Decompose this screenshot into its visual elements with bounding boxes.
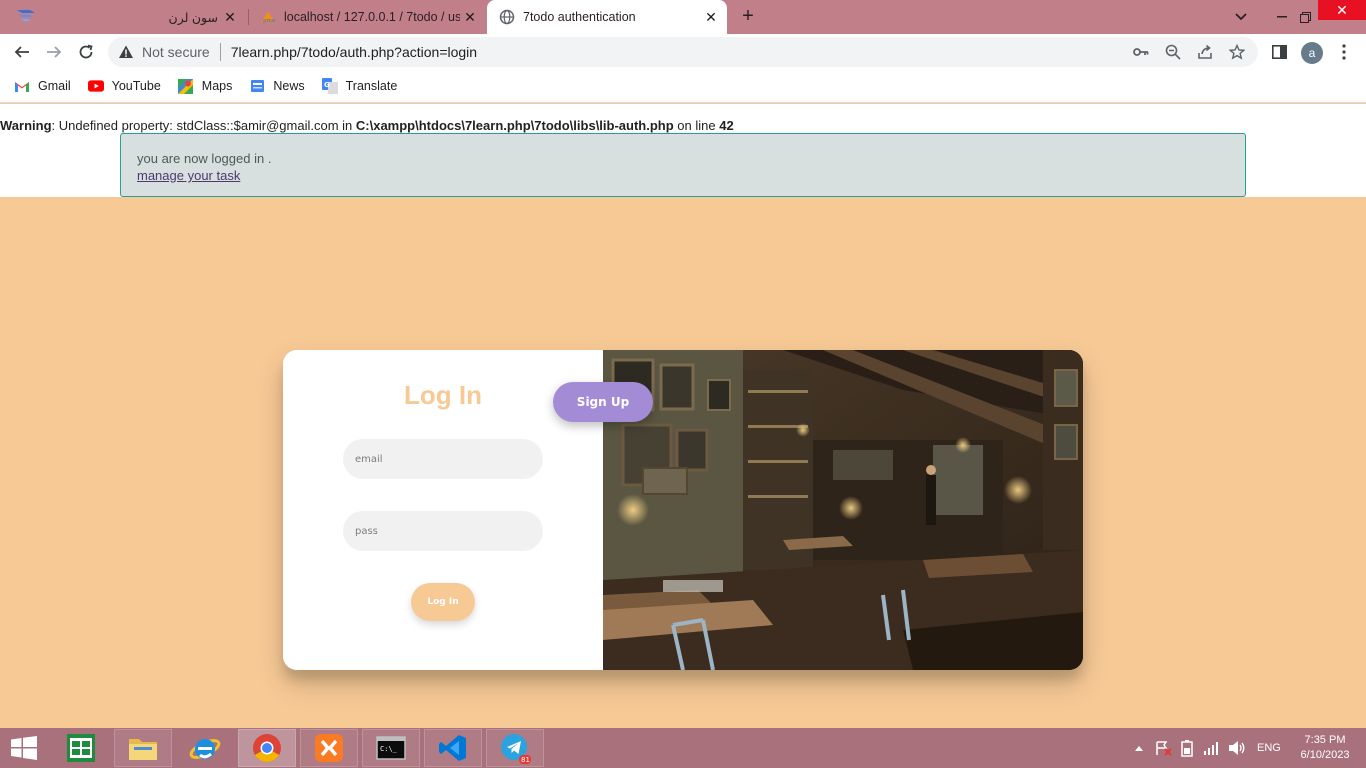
zoom-icon[interactable] <box>1164 43 1182 61</box>
login-success-alert: you are now logged in . manage your task <box>120 133 1246 197</box>
address-bar[interactable]: Not secure 7learn.php/7todo/auth.php?act… <box>108 37 1258 67</box>
email-field[interactable] <box>343 439 543 479</box>
bookmarks-bar: Gmail YouTube Maps News G Translate <box>0 70 1366 103</box>
chrome-icon <box>253 734 281 762</box>
bookmark-youtube[interactable]: YouTube <box>87 78 161 94</box>
tab-strip: سون لرن ✕ pma localhost / 127.0.0.1 / 7t… <box>0 0 1366 34</box>
warning-on-line: on line <box>673 118 720 133</box>
warning-label: Warning <box>0 118 52 133</box>
warning-path: C:\xampp\htdocs\7learn.php\7todo\libs\li… <box>355 118 674 133</box>
bookmark-translate[interactable]: G Translate <box>321 78 398 94</box>
tab-search-chevron-down-icon[interactable] <box>1228 0 1254 34</box>
taskbar-vscode[interactable] <box>424 729 482 767</box>
taskbar-chrome[interactable] <box>238 729 296 767</box>
key-icon[interactable] <box>1132 43 1150 61</box>
globe-icon <box>499 9 515 25</box>
taskbar-xampp[interactable] <box>300 729 358 767</box>
svg-text:pma: pma <box>263 18 275 24</box>
signup-button[interactable]: Sign Up <box>553 382 653 422</box>
telegram-icon: 81 <box>501 734 531 764</box>
taskbar-file-explorer[interactable] <box>114 729 172 767</box>
password-field[interactable] <box>343 511 543 551</box>
xampp-icon <box>315 734 343 762</box>
gmail-icon <box>14 78 30 94</box>
page-header-area: Warning: Undefined property: stdClass::$… <box>0 104 1366 197</box>
reload-icon[interactable] <box>74 40 98 64</box>
alert-text: you are now logged in . <box>137 151 272 166</box>
close-icon[interactable]: ✕ <box>703 9 719 25</box>
tab-separator <box>248 9 249 25</box>
bookmark-gmail[interactable]: Gmail <box>14 78 71 94</box>
warning-triangle-icon[interactable] <box>118 44 134 60</box>
php-warning: Warning: Undefined property: stdClass::$… <box>0 118 734 133</box>
bookmark-label: News <box>273 79 305 93</box>
translate-icon: G <box>321 78 338 94</box>
restaurant-photo <box>603 350 1083 670</box>
taskbar-internet-explorer[interactable] <box>176 729 234 767</box>
cmd-icon: C:\_ <box>376 736 406 760</box>
vscode-icon <box>439 735 466 761</box>
tab-title: localhost / 127.0.0.1 / 7todo / users <box>284 10 460 24</box>
side-panel-icon[interactable] <box>1267 40 1291 64</box>
excel-icon <box>67 734 95 762</box>
tab-7todo-authentication[interactable]: 7todo authentication ✕ <box>487 0 727 34</box>
taskbar-excel[interactable] <box>52 729 110 767</box>
login-button[interactable]: Log In <box>411 583 475 621</box>
forward-arrow-icon[interactable] <box>42 40 66 64</box>
taskbar-telegram[interactable]: 81 <box>486 729 544 767</box>
news-icon <box>249 78 265 94</box>
clock-date: 6/10/2023 <box>1300 749 1350 761</box>
address-divider <box>219 43 221 61</box>
maps-icon <box>178 78 194 94</box>
bookmark-star-icon[interactable] <box>1228 43 1246 61</box>
tab-title: 7todo authentication <box>523 10 636 24</box>
warning-line: 42 <box>719 118 734 133</box>
windows-start-icon[interactable] <box>10 736 38 760</box>
show-hidden-icons-icon[interactable] <box>1134 728 1144 768</box>
avatar[interactable]: a <box>1301 42 1323 64</box>
security-label[interactable]: Not secure <box>142 44 210 60</box>
action-center-flag-icon[interactable] <box>1155 728 1173 768</box>
bookmark-label: YouTube <box>111 79 161 93</box>
close-icon[interactable]: ✕ <box>222 9 238 25</box>
bookmark-label: Translate <box>345 79 398 93</box>
svg-text:G: G <box>324 81 330 89</box>
telegram-badge: 81 <box>521 756 530 764</box>
share-icon[interactable] <box>1196 43 1214 61</box>
tab-sevenlearn[interactable]: سون لرن ✕ <box>56 0 246 34</box>
bookmark-label: Gmail <box>38 79 71 93</box>
back-arrow-icon[interactable] <box>10 40 34 64</box>
app-logo-icon <box>17 10 35 21</box>
new-tab-button[interactable]: + <box>738 6 758 26</box>
taskbar: C:\_ 81 ENG 7:35 PM 6/10/2023 <box>0 728 1366 768</box>
manage-tasks-link[interactable]: manage your task <box>137 168 1229 183</box>
volume-icon[interactable] <box>1228 728 1246 768</box>
svg-text:C:\_: C:\_ <box>380 745 398 753</box>
browser-toolbar: Not secure 7learn.php/7todo/auth.php?act… <box>0 34 1366 70</box>
auth-card: Log In Log In <box>283 350 1083 670</box>
file-explorer-icon <box>129 739 157 760</box>
phpmyadmin-icon: pma <box>261 12 275 24</box>
bookmark-maps[interactable]: Maps <box>178 78 233 94</box>
taskbar-cmd[interactable]: C:\_ <box>362 729 420 767</box>
close-icon[interactable]: ✕ <box>462 9 478 25</box>
internet-explorer-icon <box>189 739 221 759</box>
bookmark-news[interactable]: News <box>249 78 305 94</box>
minimize-icon[interactable] <box>1272 0 1292 34</box>
restore-icon[interactable] <box>1295 0 1315 34</box>
window-close-icon[interactable]: ✕ <box>1318 0 1366 20</box>
url-text[interactable]: 7learn.php/7todo/auth.php?action=login <box>231 44 477 60</box>
bookmark-label: Maps <box>201 79 233 93</box>
clock[interactable]: 7:35 PM 6/10/2023 <box>1290 733 1360 763</box>
tab-title: سون لرن <box>168 10 218 25</box>
battery-icon[interactable] <box>1180 728 1194 768</box>
youtube-icon <box>87 78 104 94</box>
warning-message: : Undefined property: stdClass::$amir@gm… <box>51 118 356 133</box>
network-signal-icon[interactable] <box>1203 728 1219 768</box>
kebab-menu-icon[interactable] <box>1332 40 1356 64</box>
language-indicator[interactable]: ENG <box>1257 728 1281 768</box>
clock-time: 7:35 PM <box>1304 734 1346 746</box>
tab-phpmyadmin[interactable]: pma localhost / 127.0.0.1 / 7todo / user… <box>250 0 486 34</box>
